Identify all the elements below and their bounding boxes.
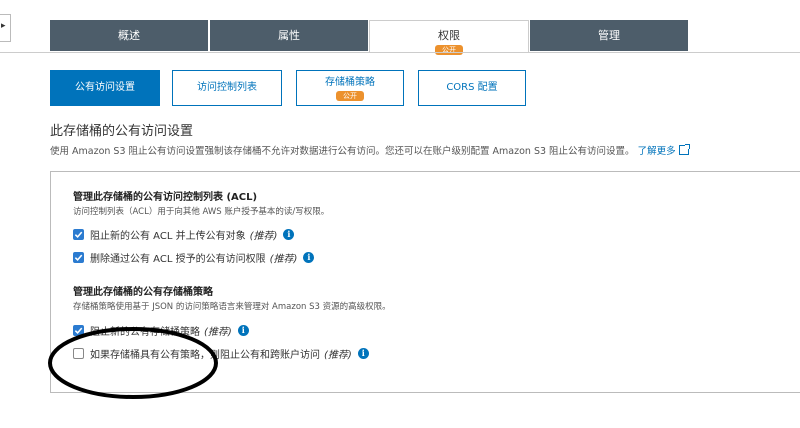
tab-divider [0, 52, 800, 53]
subtab-access-control-list[interactable]: 访问控制列表 [172, 70, 282, 106]
learn-more-link[interactable]: 了解更多 [637, 144, 690, 157]
chevron-right-icon: ▸ [1, 21, 6, 31]
tab-properties[interactable]: 属性 [210, 20, 368, 51]
collapse-panel-handle[interactable]: ▸ [0, 14, 11, 42]
tab-label: 权限 [438, 29, 460, 42]
tab-permissions[interactable]: 权限 公开 [369, 20, 529, 55]
tab-label: 属性 [278, 29, 300, 42]
option-label: 如果存储桶具有公有策略，则阻止公有和跨账户访问 [90, 349, 320, 361]
subtab-cors-configuration[interactable]: CORS 配置 [418, 70, 526, 106]
info-icon[interactable]: i [237, 324, 249, 336]
section-title: 此存储桶的公有访问设置 [50, 124, 194, 139]
option-block-public-cross-account-access[interactable]: 如果存储桶具有公有策略，则阻止公有和跨账户访问 (推荐) i [73, 346, 369, 361]
tab-overview[interactable]: 概述 [50, 20, 208, 51]
policy-group-description: 存储桶策略使用基于 JSON 的访问策略语言来管理对 Amazon S3 资源的… [73, 302, 391, 312]
recommended-tag: (推荐) [204, 326, 232, 338]
subtab-label: 访问控制列表 [197, 82, 257, 93]
checkbox-checked[interactable] [73, 251, 84, 263]
option-label: 阻止新的公有 ACL 并上传公有对象 [90, 230, 246, 242]
section-description: 使用 Amazon S3 阻止公有访问设置强制该存储桶不允许对数据进行公有访问。… [50, 143, 690, 157]
description-text: 使用 Amazon S3 阻止公有访问设置强制该存储桶不允许对数据进行公有访问。… [50, 146, 635, 157]
tab-management[interactable]: 管理 [530, 20, 688, 51]
subtab-bucket-policy[interactable]: 存储桶策略 公开 [296, 70, 404, 106]
option-remove-public-acl-access[interactable]: 删除通过公有 ACL 授予的公有访问权限 (推荐) i [73, 250, 315, 265]
checkbox-checked[interactable] [73, 228, 84, 240]
external-link-icon [678, 144, 690, 155]
subtab-label: CORS 配置 [446, 82, 498, 93]
acl-group-description: 访问控制列表（ACL）用于向其他 AWS 账户授予基本的读/写权限。 [73, 207, 330, 217]
public-access-settings-panel: 管理此存储桶的公有访问控制列表 (ACL) 访问控制列表（ACL）用于向其他 A… [50, 171, 800, 393]
recommended-tag: (推荐) [269, 253, 298, 265]
checkbox-unchecked[interactable] [73, 347, 84, 359]
option-block-new-public-acl[interactable]: 阻止新的公有 ACL 并上传公有对象 (推荐) i [73, 227, 295, 242]
learn-more-label: 了解更多 [637, 146, 676, 157]
checkbox-checked[interactable] [73, 324, 84, 336]
info-icon[interactable]: i [357, 347, 369, 359]
top-tab-bar: 概述 属性 权限 公开 管理 [50, 20, 688, 55]
recommended-tag: (推荐) [249, 230, 278, 242]
policy-group-title: 管理此存储桶的公有存储桶策略 [73, 287, 213, 298]
option-label: 删除通过公有 ACL 授予的公有访问权限 [90, 253, 266, 265]
recommended-tag: (推荐) [324, 349, 352, 361]
tab-label: 管理 [598, 29, 620, 42]
info-icon[interactable]: i [283, 228, 295, 240]
info-icon[interactable]: i [303, 251, 315, 263]
subtab-label: 存储桶策略 [325, 77, 375, 88]
subtab-public-access-settings[interactable]: 公有访问设置 [50, 70, 160, 106]
option-label: 阻止新的公有存储桶策略 [90, 326, 200, 338]
option-block-new-public-policy[interactable]: 阻止新的公有存储桶策略 (推荐) i [73, 323, 249, 338]
subtab-label: 公有访问设置 [75, 82, 135, 93]
acl-group-title: 管理此存储桶的公有访问控制列表 (ACL) [73, 192, 258, 203]
public-badge: 公开 [435, 45, 463, 55]
public-badge: 公开 [336, 91, 364, 101]
tab-label: 概述 [118, 29, 140, 42]
